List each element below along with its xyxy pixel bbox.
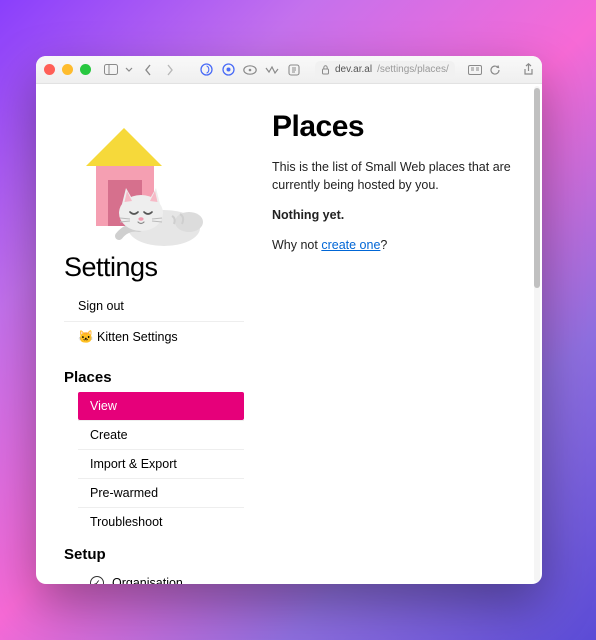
- extension-icon-3[interactable]: [242, 62, 258, 78]
- section-setup-title: Setup: [64, 546, 244, 563]
- reload-icon[interactable]: [489, 62, 501, 78]
- back-button[interactable]: [140, 62, 156, 78]
- reader-icon[interactable]: [468, 62, 482, 78]
- close-window-button[interactable]: [44, 64, 55, 75]
- scrollbar-thumb[interactable]: [534, 88, 540, 288]
- scrollbar[interactable]: [534, 86, 540, 582]
- kitten-logo: [64, 108, 204, 248]
- nav-kitten-settings[interactable]: 🐱 Kitten Settings: [64, 321, 244, 353]
- nav-places-prewarmed[interactable]: Pre-warmed: [78, 478, 244, 507]
- minimize-window-button[interactable]: [62, 64, 73, 75]
- window-controls: [44, 64, 91, 75]
- cta-line: Why not create one?: [272, 236, 514, 254]
- nav-places-view[interactable]: View: [78, 392, 244, 420]
- sidebar-title: Settings: [64, 252, 244, 283]
- section-places-title: Places: [64, 369, 244, 386]
- create-one-link[interactable]: create one: [321, 238, 380, 252]
- dropdown-icon[interactable]: [125, 62, 133, 78]
- browser-window: dev.ar.al/settings/places/: [36, 56, 542, 584]
- sidebar-toggle-icon[interactable]: [104, 62, 118, 78]
- share-icon[interactable]: [521, 62, 537, 78]
- page-content: Settings Sign out 🐱 Kitten Settings Plac…: [36, 84, 542, 584]
- page-title: Places: [272, 110, 514, 144]
- extension-icon-2[interactable]: [220, 62, 236, 78]
- lock-icon: [321, 65, 330, 75]
- nav-places-troubleshoot[interactable]: Troubleshoot: [78, 507, 244, 536]
- maximize-window-button[interactable]: [80, 64, 91, 75]
- nav-places-import-export[interactable]: Import & Export: [78, 449, 244, 478]
- extension-icon-4[interactable]: [264, 62, 280, 78]
- check-icon: ✓: [90, 576, 104, 584]
- nav-sign-out[interactable]: Sign out: [64, 291, 244, 321]
- nav-places: View Create Import & Export Pre-warmed T…: [78, 392, 244, 536]
- intro-text: This is the list of Small Web places tha…: [272, 158, 514, 194]
- url-path: /settings/places/: [377, 64, 449, 75]
- forward-button[interactable]: [162, 62, 178, 78]
- nav-top: Sign out 🐱 Kitten Settings: [64, 291, 244, 353]
- extension-icon-5[interactable]: [286, 62, 302, 78]
- url-host: dev.ar.al: [335, 64, 372, 75]
- nav-setup: ✓ Organisation ✓ Applications: [78, 569, 244, 584]
- empty-state-heading: Nothing yet.: [272, 206, 514, 224]
- url-bar[interactable]: dev.ar.al/settings/places/: [315, 61, 455, 79]
- sidebar: Settings Sign out 🐱 Kitten Settings Plac…: [64, 108, 244, 544]
- extension-icon-1[interactable]: [198, 62, 214, 78]
- titlebar: dev.ar.al/settings/places/: [36, 56, 542, 84]
- nav-setup-organisation[interactable]: ✓ Organisation: [78, 569, 244, 584]
- main: Places This is the list of Small Web pla…: [272, 108, 514, 544]
- nav-places-create[interactable]: Create: [78, 420, 244, 449]
